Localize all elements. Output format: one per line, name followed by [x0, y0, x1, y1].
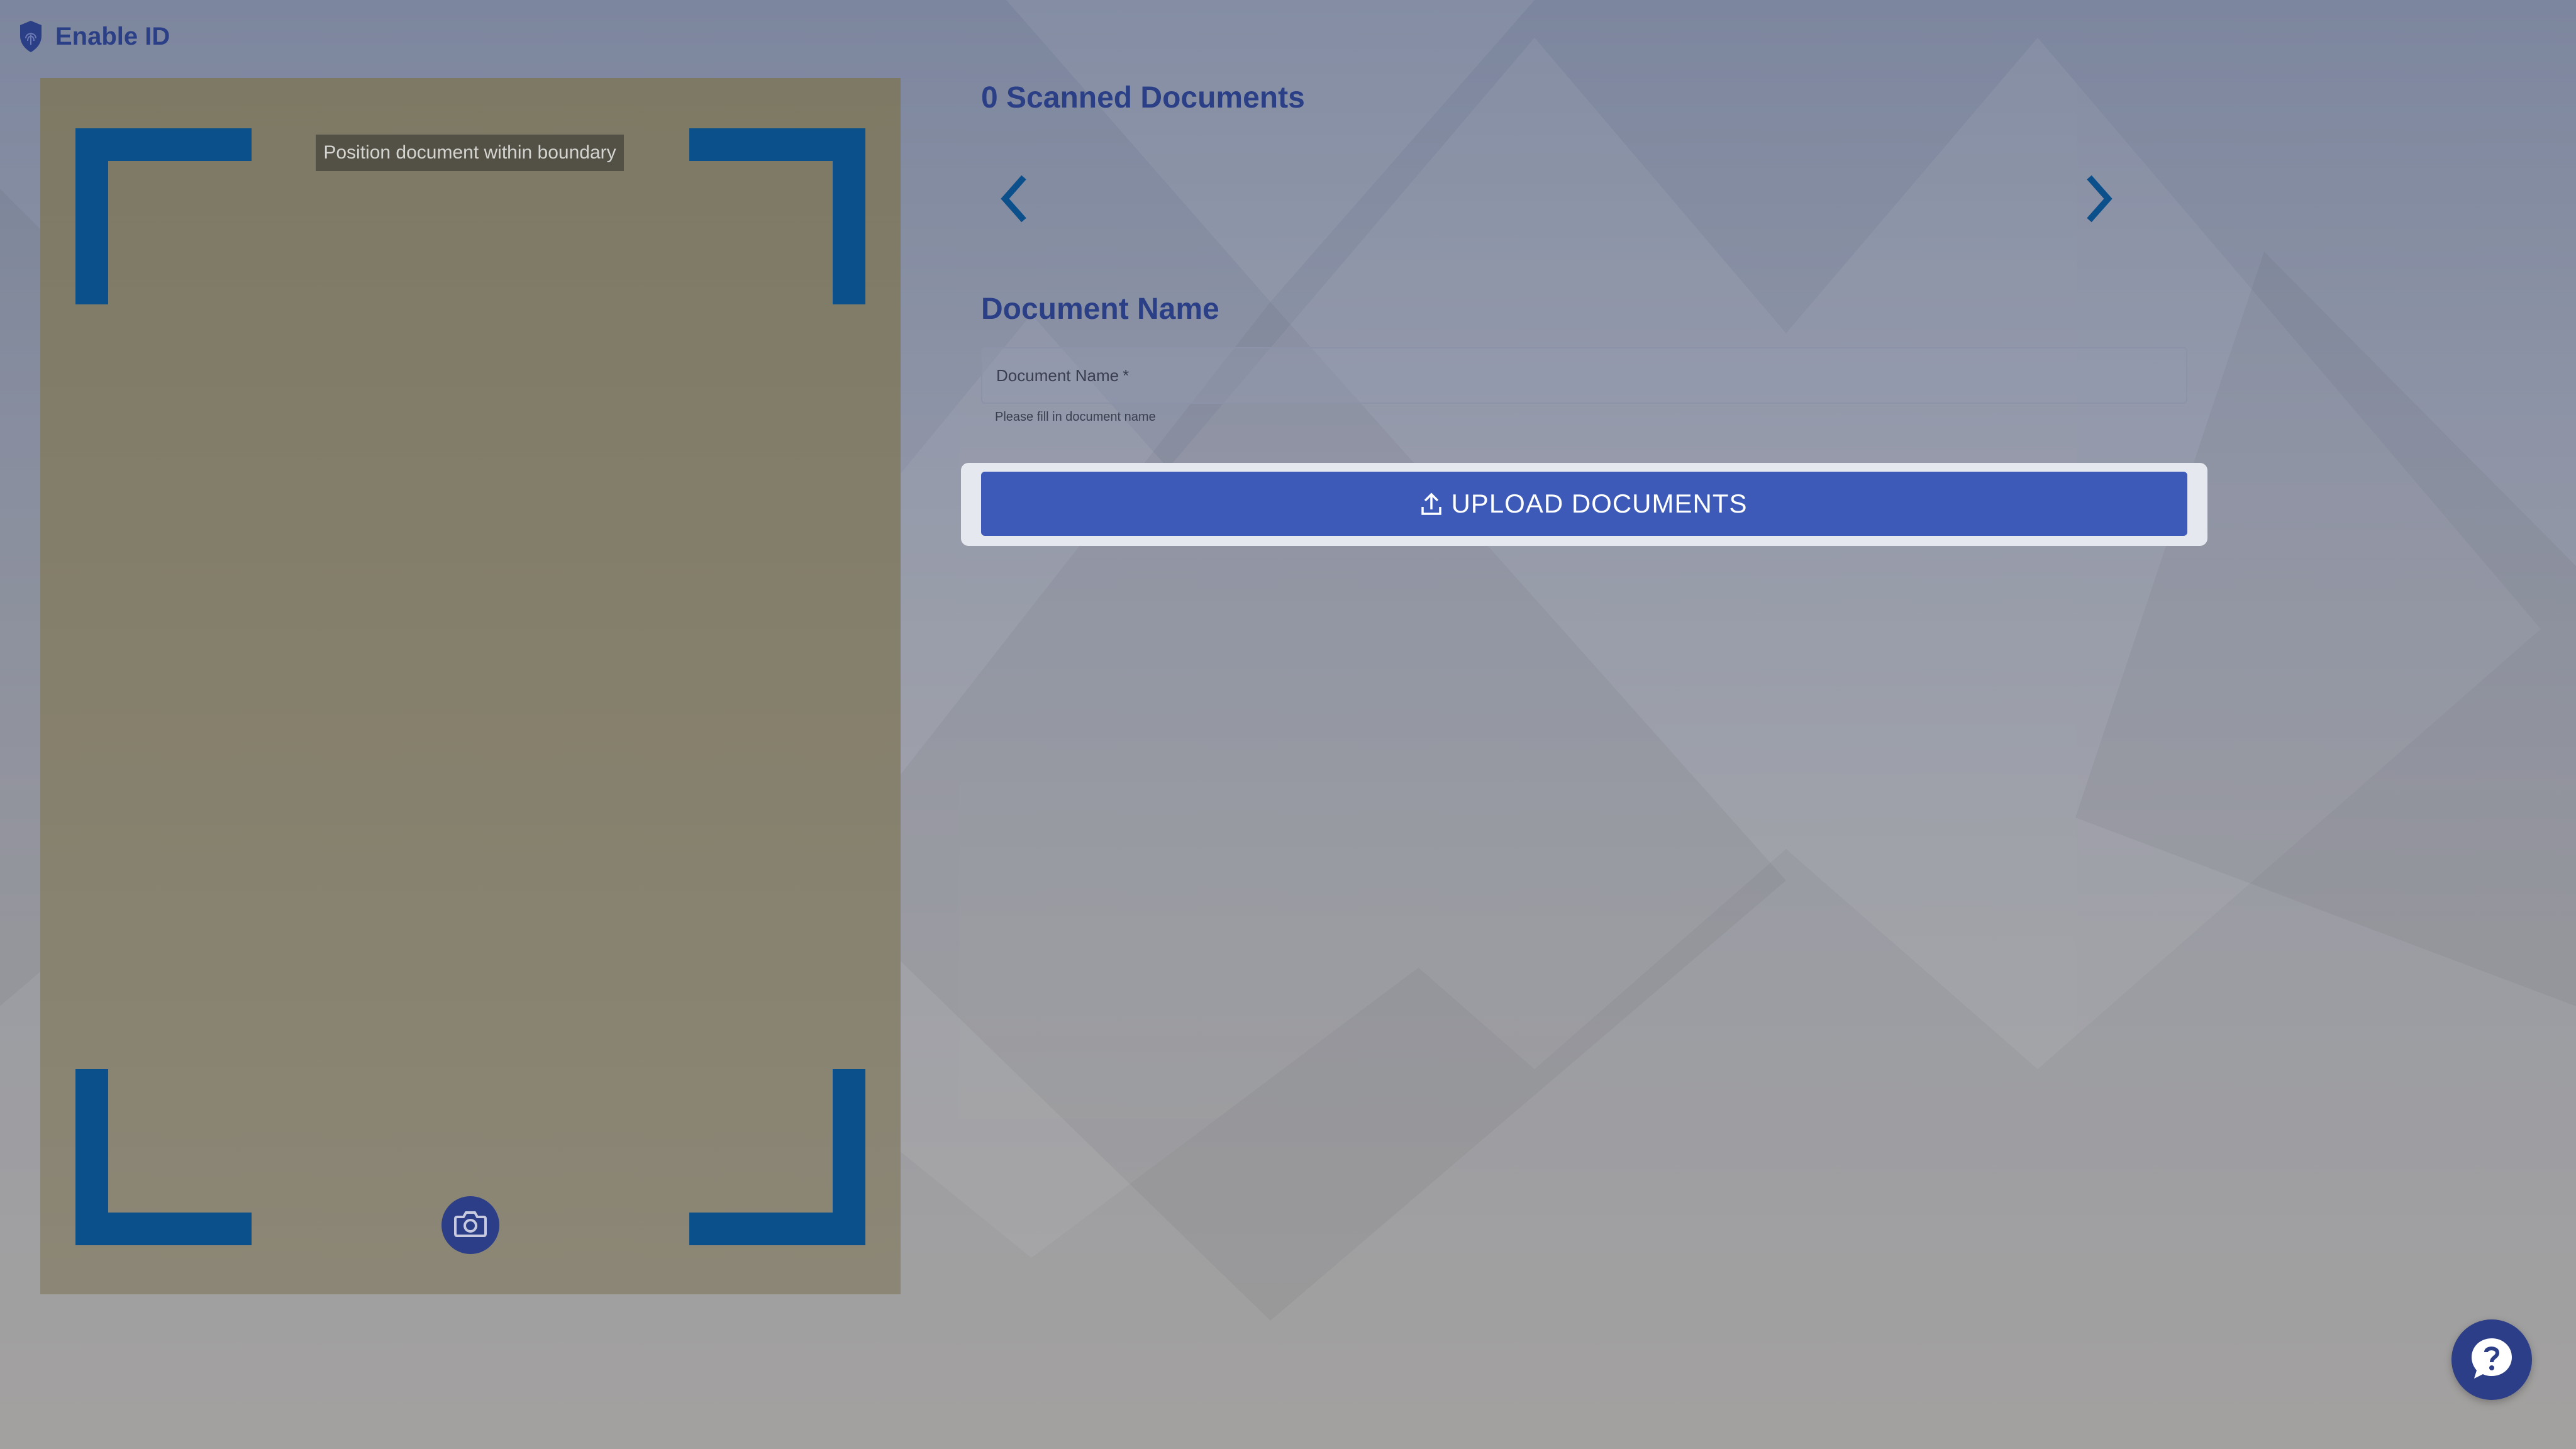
capture-button[interactable] — [441, 1196, 499, 1254]
frame-corner-top-right — [689, 128, 865, 304]
frame-corner-bottom-left — [75, 1069, 252, 1245]
chevron-right-icon — [2085, 174, 2113, 227]
next-document-button[interactable] — [2080, 174, 2118, 226]
document-name-heading: Document Name — [981, 292, 1219, 326]
upload-icon — [1421, 492, 1442, 516]
help-chat-icon — [2467, 1333, 2517, 1387]
position-hint: Position document within boundary — [316, 135, 624, 171]
previous-document-button[interactable] — [995, 174, 1033, 226]
fingerprint-shield-icon — [18, 19, 44, 53]
document-name-helper: Please fill in document name — [995, 410, 1156, 424]
document-name-label: Document Name — [996, 365, 1119, 385]
app-header: Enable ID — [18, 18, 170, 55]
document-name-field[interactable]: Document Name * — [981, 347, 2187, 404]
frame-corner-top-left — [75, 128, 252, 304]
chevron-left-icon — [1000, 174, 1028, 227]
upload-documents-label: UPLOAD DOCUMENTS — [1451, 489, 1748, 518]
app-title: Enable ID — [55, 22, 170, 50]
camera-viewfinder: Position document within boundary — [40, 78, 901, 1294]
upload-button-container: UPLOAD DOCUMENTS — [961, 463, 2207, 546]
required-mark: * — [1123, 365, 1130, 385]
upload-documents-button[interactable]: UPLOAD DOCUMENTS — [981, 472, 2187, 536]
scanned-documents-title: 0 Scanned Documents — [981, 81, 1305, 114]
help-button[interactable] — [2451, 1319, 2532, 1400]
frame-corner-bottom-right — [689, 1069, 865, 1245]
camera-icon — [453, 1209, 487, 1241]
